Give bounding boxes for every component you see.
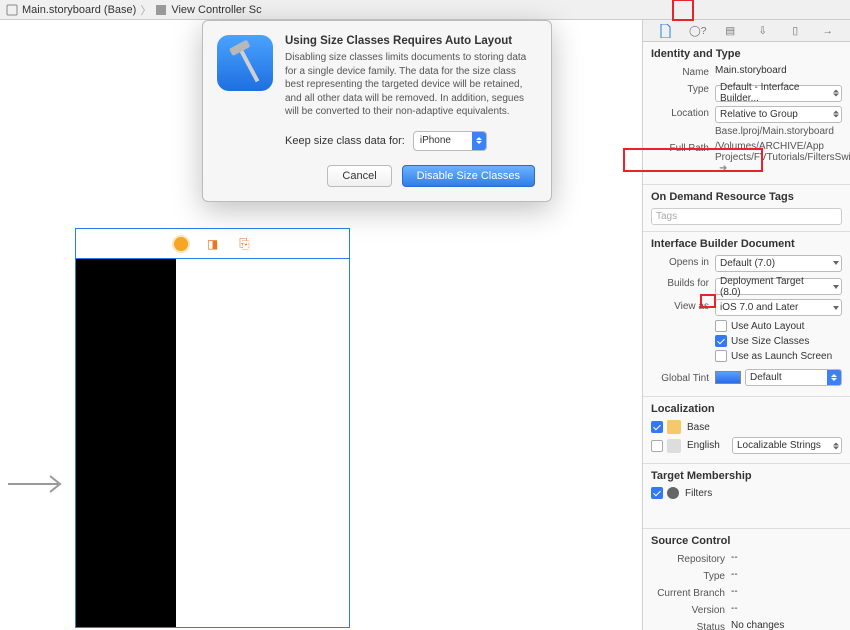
chevron-updown-icon (833, 111, 839, 118)
name-label: Name (651, 65, 709, 78)
branch-label: Current Branch (651, 586, 725, 599)
storyboard-file-icon (6, 4, 18, 16)
white-panel (176, 259, 349, 627)
attributes-inspector-tab[interactable]: ⇩ (754, 22, 772, 40)
ibdoc-title: Interface Builder Document (651, 238, 842, 250)
app-target-icon (667, 487, 679, 499)
first-responder-icon[interactable]: ◨ (206, 237, 220, 251)
view-as-select[interactable]: iOS 7.0 and Later (715, 299, 842, 316)
viewas-label: View as (651, 299, 709, 312)
location-sub: Base.lproj/Main.storyboard (715, 126, 842, 137)
base-checkbox[interactable] (651, 421, 663, 433)
tags-input[interactable]: Tags (651, 208, 842, 225)
inspector-panel: ◯? ▤ ⇩ ▯ → Identity and Type Name Main.st… (642, 20, 850, 630)
use-size-classes-label: Use Size Classes (731, 336, 809, 347)
breadcrumb-item-2[interactable]: View Controller Sc (171, 4, 261, 16)
connections-inspector-tab[interactable]: → (819, 22, 837, 40)
builds-label: Builds for (651, 276, 709, 289)
cancel-button[interactable]: Cancel (327, 165, 391, 187)
ondemand-section: On Demand Resource Tags Tags (643, 185, 850, 232)
xcode-app-icon (217, 35, 273, 91)
localization-title: Localization (651, 403, 842, 415)
source-control-section: Source Control Repository -- Type -- Curre… (643, 529, 850, 630)
version-label: Version (651, 603, 725, 616)
chevron-right-icon: 〉 (140, 2, 151, 18)
global-tint-select[interactable]: Default (745, 369, 842, 386)
repo-value: -- (731, 552, 842, 563)
repo-label: Repository (651, 552, 725, 565)
identity-title: Identity and Type (651, 48, 842, 60)
fullpath-value: /Volumes/ARCHIVE/App Projects/FVTutorial… (715, 141, 850, 163)
identity-section: Identity and Type Name Main.storyboard Ty… (643, 42, 850, 185)
english-checkbox[interactable] (651, 440, 663, 452)
localization-section: Localization Base English Localizable Str… (643, 397, 850, 464)
fullpath-label: Full Path (651, 141, 709, 154)
chevron-down-icon (833, 285, 839, 289)
chevron-updown-icon (833, 442, 839, 449)
scene-body (76, 259, 349, 627)
english-format-select[interactable]: Localizable Strings (732, 437, 842, 454)
status-label: Status (651, 620, 725, 630)
builds-for-select[interactable]: Deployment Target (8.0) (715, 278, 842, 295)
type-label: Type (651, 82, 709, 95)
keep-data-label: Keep size class data for: (285, 135, 405, 147)
target-section: Target Membership Filters (643, 464, 850, 529)
sc-type-value: -- (731, 569, 842, 580)
localization-file-icon (667, 439, 681, 453)
entry-point-arrow (8, 472, 66, 499)
disable-size-classes-button[interactable]: Disable Size Classes (402, 165, 535, 187)
location-select[interactable]: Relative to Group (715, 106, 842, 123)
location-label: Location (651, 106, 709, 119)
chevron-down-icon (833, 261, 839, 265)
device-family-value: iPhone (420, 135, 451, 146)
use-size-classes-checkbox[interactable] (715, 335, 727, 347)
stepper-arrows-icon (827, 370, 841, 385)
use-auto-layout-checkbox[interactable] (715, 320, 727, 332)
chevron-down-icon (833, 306, 839, 310)
source-title: Source Control (651, 535, 842, 547)
name-value[interactable]: Main.storyboard (715, 65, 842, 76)
scene-toolbar: ◨ ⎘ (76, 229, 349, 259)
breadcrumb-bar: Main.storyboard (Base) 〉 View Controller… (0, 0, 850, 20)
storyboard-scene-icon (155, 4, 167, 16)
canvas-area[interactable]: ◨ ⎘ Using Size Classes Requires Auto Lay… (0, 20, 642, 630)
view-controller-scene[interactable]: ◨ ⎘ (75, 228, 350, 628)
english-label: English (687, 440, 727, 451)
dialog-text: Disabling size classes limits documents … (285, 51, 535, 119)
filters-target-label: Filters (685, 488, 712, 499)
size-inspector-tab[interactable]: ▯ (786, 22, 804, 40)
opens-label: Opens in (651, 255, 709, 268)
opens-in-select[interactable]: Default (7.0) (715, 255, 842, 272)
filters-target-checkbox[interactable] (651, 487, 663, 499)
ondemand-title: On Demand Resource Tags (651, 191, 842, 203)
version-value: -- (731, 603, 842, 614)
use-launch-screen-label: Use as Launch Screen (731, 351, 832, 362)
breadcrumb-item-1[interactable]: Main.storyboard (Base) (22, 4, 136, 16)
base-label: Base (687, 422, 710, 433)
localization-file-icon (667, 420, 681, 434)
reveal-in-finder-icon[interactable]: ➜ (719, 163, 727, 174)
file-inspector-tab[interactable] (656, 22, 674, 40)
black-panel (76, 259, 176, 627)
status-value: No changes (731, 620, 842, 630)
exit-icon[interactable]: ⎘ (238, 237, 252, 251)
view-controller-icon[interactable] (174, 237, 188, 251)
identity-inspector-tab[interactable]: ▤ (721, 22, 739, 40)
use-auto-layout-label: Use Auto Layout (731, 321, 804, 332)
dialog-title: Using Size Classes Requires Auto Layout (285, 35, 535, 47)
branch-value: -- (731, 586, 842, 597)
size-classes-dialog: Using Size Classes Requires Auto Layout … (202, 20, 552, 202)
device-family-select[interactable]: iPhone (413, 131, 487, 151)
type-select[interactable]: Default - Interface Builder... (715, 85, 842, 102)
target-title: Target Membership (651, 470, 842, 482)
sc-type-label: Type (651, 569, 725, 582)
quick-help-tab[interactable]: ◯? (689, 22, 707, 40)
ibdoc-section: Interface Builder Document Opens in Defau… (643, 232, 850, 398)
global-tint-label: Global Tint (651, 371, 709, 384)
use-launch-screen-checkbox[interactable] (715, 350, 727, 362)
tint-swatch[interactable] (715, 371, 741, 384)
stepper-arrows-icon (472, 132, 486, 150)
inspector-tabs: ◯? ▤ ⇩ ▯ → (643, 20, 850, 42)
chevron-updown-icon (833, 90, 839, 97)
